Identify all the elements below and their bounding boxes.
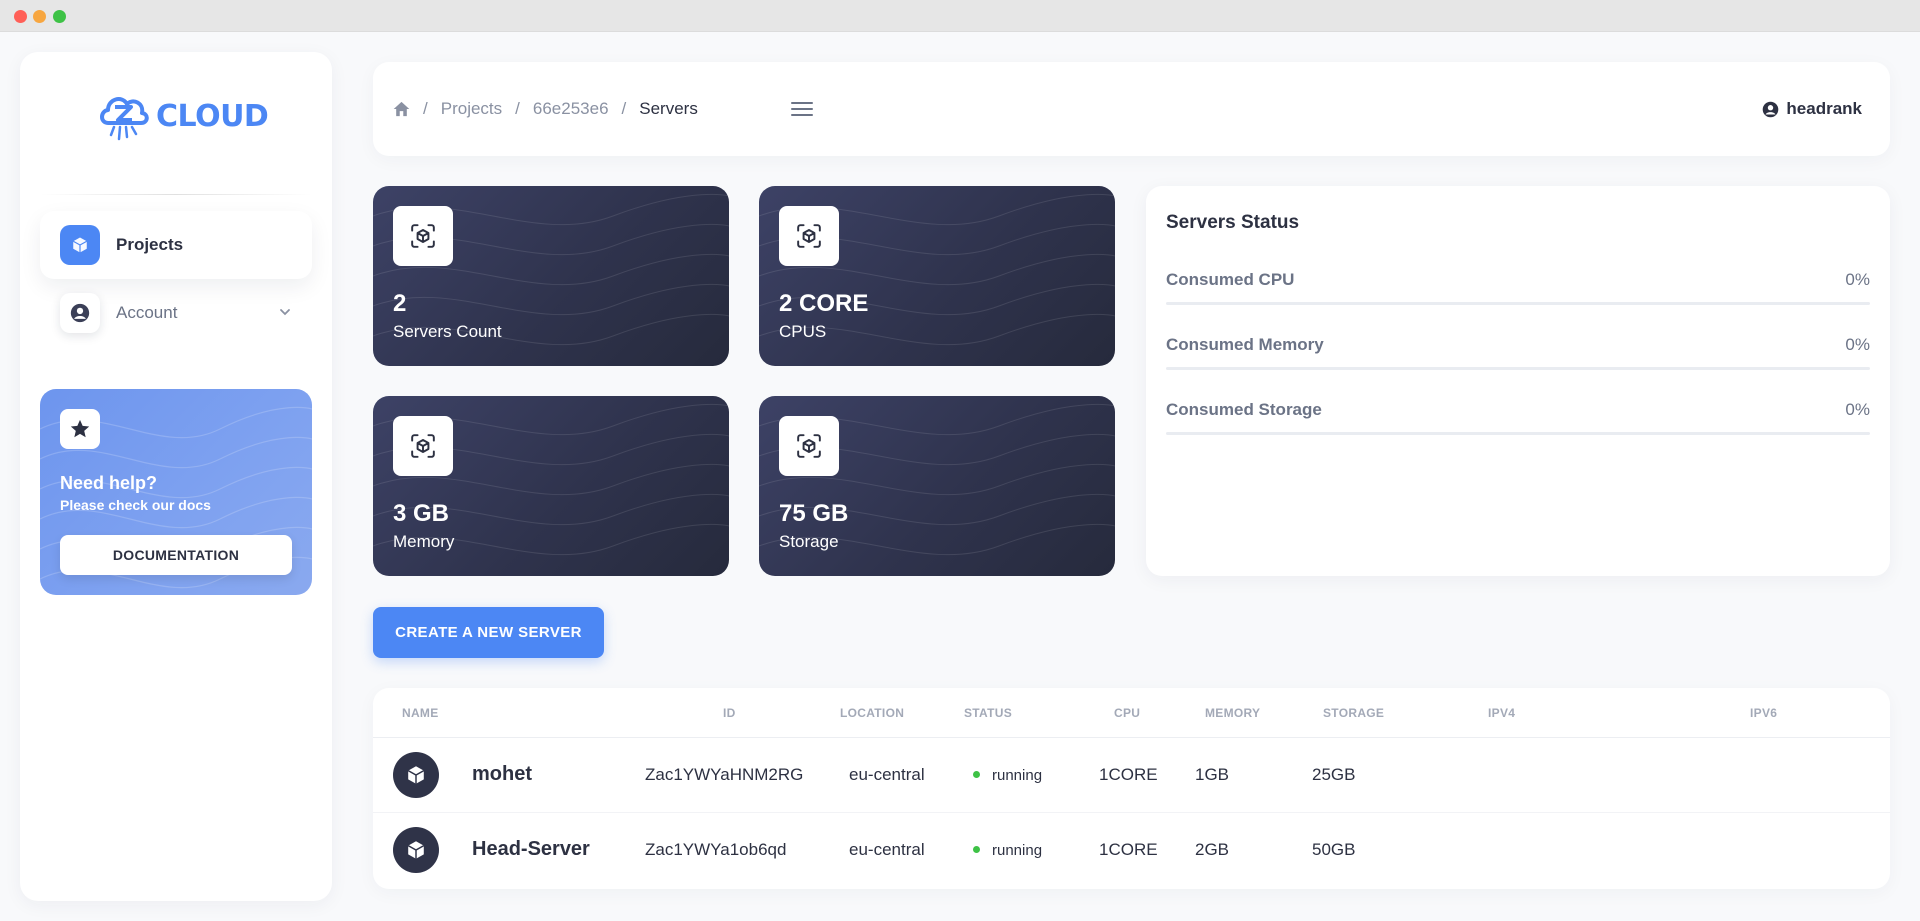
logo-text: CLOUD <box>156 98 269 134</box>
cube-scan-icon <box>779 206 839 266</box>
stat-card-memory: 3 GB Memory <box>373 396 729 576</box>
stat-label: Storage <box>779 532 839 551</box>
server-status: running <box>973 842 1042 859</box>
user-menu[interactable]: headrank <box>1762 62 1862 156</box>
server-id: Zac1YWYa1ob6qd <box>645 840 787 859</box>
sidebar: CLOUD Projects Account Need help? Please… <box>20 52 332 901</box>
sidebar-item-label: Projects <box>116 235 184 254</box>
logo[interactable]: CLOUD <box>98 82 278 150</box>
server-cube-icon <box>393 827 439 873</box>
menu-toggle-icon[interactable] <box>791 98 815 118</box>
sidebar-item-projects[interactable]: Projects <box>40 211 312 279</box>
user-circle-icon <box>60 293 100 333</box>
stat-value: 2 <box>393 290 407 317</box>
servers-table: NAME ID LOCATION STATUS CPU MEMORY STORA… <box>373 688 1890 889</box>
column-header-ipv4[interactable]: IPV4 <box>1488 706 1515 720</box>
server-location: eu-central <box>849 840 925 859</box>
column-header-id[interactable]: ID <box>723 706 736 720</box>
server-name: Head-Server <box>472 838 590 860</box>
breadcrumb-project-id[interactable]: 66e253e6 <box>533 99 609 119</box>
stat-card-cpus: 2 CORE CPUS <box>759 186 1115 366</box>
user-circle-icon <box>1763 101 1779 117</box>
help-title: Need help? <box>60 473 158 493</box>
server-storage: 50GB <box>1312 840 1356 859</box>
status-label: running <box>992 842 1043 859</box>
server-memory: 1GB <box>1195 765 1230 784</box>
servers-status-card: Servers Status Consumed CPU 0% Consumed … <box>1146 186 1890 576</box>
server-name: mohet <box>472 763 532 785</box>
metric-value: 0% <box>1845 335 1870 354</box>
column-header-location[interactable]: LOCATION <box>840 706 904 720</box>
metric-value: 0% <box>1845 270 1870 289</box>
table-row[interactable]: Head-Server Zac1YWYa1ob6qd eu-central ru… <box>373 813 1890 887</box>
cloud-logo-icon <box>100 97 149 141</box>
metric-name: Consumed CPU <box>1166 270 1295 289</box>
cube-scan-icon <box>393 206 453 266</box>
column-header-memory[interactable]: MEMORY <box>1205 706 1260 720</box>
close-window-button[interactable] <box>14 10 27 23</box>
stat-card-servers-count: 2 Servers Count <box>373 186 729 366</box>
breadcrumb-separator: / <box>621 99 627 118</box>
maximize-window-button[interactable] <box>53 10 66 23</box>
sidebar-item-label: Account <box>116 303 178 322</box>
minimize-window-button[interactable] <box>33 10 46 23</box>
server-status: running <box>973 767 1042 784</box>
app-root: CLOUD Projects Account Need help? Please… <box>0 32 1920 921</box>
server-cpu: 1CORE <box>1099 840 1158 859</box>
cube-icon <box>60 225 100 265</box>
metric-consumed-storage: Consumed Storage 0% <box>1166 400 1870 440</box>
metric-name: Consumed Memory <box>1166 335 1324 354</box>
server-id: Zac1YWYaHNM2RG <box>645 765 804 784</box>
star-icon <box>60 409 100 449</box>
breadcrumb-current: Servers <box>639 99 698 118</box>
metric-value: 0% <box>1845 400 1870 419</box>
stat-value: 2 CORE <box>779 290 869 317</box>
status-dot <box>973 770 980 778</box>
stat-card-storage: 75 GB Storage <box>759 396 1115 576</box>
top-bar: / Projects / 66e253e6 / Servers headrank <box>373 62 1890 156</box>
metric-consumed-cpu: Consumed CPU 0% <box>1166 270 1870 310</box>
stat-label: Servers Count <box>393 322 502 341</box>
server-cube-icon <box>393 752 439 798</box>
breadcrumb-separator: / <box>515 99 520 118</box>
help-subtitle: Please check our docs <box>60 497 211 513</box>
stat-label: CPUS <box>779 322 827 341</box>
username: headrank <box>1786 99 1862 118</box>
breadcrumb-projects[interactable]: Projects <box>441 99 502 119</box>
column-header-status[interactable]: STATUS <box>964 706 1012 720</box>
column-header-name[interactable]: NAME <box>402 706 439 720</box>
home-icon[interactable] <box>393 101 410 117</box>
window-titlebar <box>0 0 1920 32</box>
stat-value: 3 GB <box>393 500 450 527</box>
metric-progress-bar <box>1166 432 1870 435</box>
metric-name: Consumed Storage <box>1166 400 1322 419</box>
server-storage: 25GB <box>1312 765 1356 784</box>
status-label: running <box>992 767 1043 784</box>
column-header-cpu[interactable]: CPU <box>1114 706 1140 720</box>
chevron-down-icon <box>280 309 290 316</box>
stat-value: 75 GB <box>779 500 849 527</box>
status-dot <box>973 845 980 853</box>
sidebar-divider <box>40 194 312 195</box>
column-header-ipv6[interactable]: IPV6 <box>1750 706 1777 720</box>
table-row[interactable]: mohet Zac1YWYaHNM2RG eu-central running … <box>373 738 1890 812</box>
breadcrumb-separator: / <box>423 99 428 118</box>
servers-status-title: Servers Status <box>1166 212 1300 233</box>
server-location: eu-central <box>849 765 925 784</box>
help-card: Need help? Please check our docs DOCUMEN… <box>40 389 312 595</box>
cube-scan-icon <box>393 416 453 476</box>
metric-progress-bar <box>1166 302 1870 305</box>
metric-consumed-memory: Consumed Memory 0% <box>1166 335 1870 375</box>
documentation-button[interactable]: DOCUMENTATION <box>60 535 292 575</box>
metric-progress-bar <box>1166 367 1870 370</box>
create-server-button[interactable]: CREATE A NEW SERVER <box>373 607 604 658</box>
server-memory: 2GB <box>1195 840 1230 859</box>
column-header-storage[interactable]: STORAGE <box>1323 706 1384 720</box>
breadcrumb: / Projects / 66e253e6 / Servers <box>393 62 698 156</box>
cube-scan-icon <box>779 416 839 476</box>
stat-label: Memory <box>393 532 455 551</box>
server-cpu: 1CORE <box>1099 765 1158 784</box>
sidebar-item-account[interactable]: Account <box>40 279 312 347</box>
